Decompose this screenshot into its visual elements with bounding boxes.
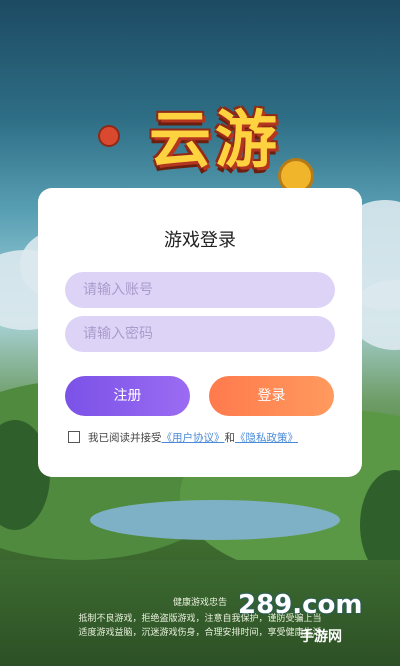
register-button[interactable]: 注册 xyxy=(65,376,190,416)
login-card: 游戏登录 注册 登录 我已阅读并接受 《用户协议》 和 《隐私政策》 xyxy=(38,188,362,477)
privacy-policy-link[interactable]: 《隐私政策》 xyxy=(235,430,298,445)
account-input[interactable] xyxy=(65,272,335,308)
agreement-text: 我已阅读并接受 xyxy=(88,431,162,444)
lake xyxy=(90,500,340,540)
login-title: 游戏登录 xyxy=(164,230,236,251)
login-button[interactable]: 登录 xyxy=(209,376,334,416)
watermark-logo: 289.com xyxy=(238,590,363,620)
password-input[interactable] xyxy=(65,316,335,352)
watermark-subtitle: 手游网 xyxy=(300,629,342,645)
user-agreement-link[interactable]: 《用户协议》 xyxy=(162,430,225,445)
agreement-and: 和 xyxy=(224,431,236,444)
agreement-row: 我已阅读并接受 《用户协议》 和 《隐私政策》 xyxy=(68,428,358,446)
agreement-checkbox[interactable] xyxy=(68,431,80,443)
